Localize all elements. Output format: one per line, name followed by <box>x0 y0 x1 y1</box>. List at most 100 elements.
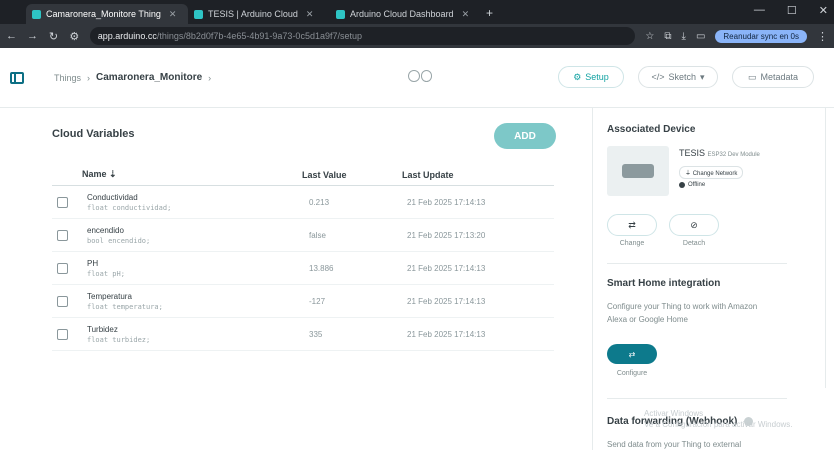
cloud-variables-table: Name ⇣ Last Value Last Update Conductivi… <box>52 164 554 351</box>
configure-caption: Configure <box>616 370 648 377</box>
variable-last-value: -127 <box>309 296 326 306</box>
metadata-icon: ▭ <box>747 71 757 82</box>
variable-name-cell: Conductividad float conductividad; <box>87 193 307 212</box>
unlink-icon: ⊘ <box>690 219 698 230</box>
table-row[interactable]: Turbidez float turbidez; 335 21 Feb 2025… <box>52 318 554 351</box>
thing-link-icon <box>408 70 432 82</box>
column-last-value-header: Last Value <box>302 169 347 180</box>
thing-side-panel: Associated Device TESIS ESP32 Dev Module… <box>592 108 800 450</box>
arduino-favicon-icon <box>194 9 203 19</box>
header-tabs: ⚙ Setup </> Sketch ▾ ▭ Metadata <box>558 66 814 88</box>
close-tab-icon[interactable]: ✕ <box>306 9 314 20</box>
profile-sync-button[interactable]: Reanudar sync en 0s <box>715 29 808 43</box>
row-checkbox[interactable] <box>57 229 68 241</box>
browser-action-icons: ☆ ⧉ ⤓ ▭ <box>645 31 705 42</box>
browser-tab-dashboard[interactable]: Arduino Cloud Dashboard ✕ <box>330 4 478 24</box>
reload-icon[interactable]: ↻ <box>48 30 59 43</box>
chevron-right-icon: › <box>87 72 91 83</box>
row-checkbox[interactable] <box>57 262 68 274</box>
sidebar-toggle-icon[interactable] <box>10 71 24 84</box>
variable-name: Temperatura <box>87 291 132 301</box>
variable-declaration: float pH; <box>87 269 125 278</box>
change-network-button[interactable]: ⏚ Change Network <box>679 166 744 179</box>
browser-menu-icon[interactable]: ⋮ <box>817 30 828 43</box>
device-status-label: Offline <box>688 182 706 188</box>
variable-name: encendido <box>87 225 124 235</box>
associated-device-title: Associated Device <box>607 124 696 135</box>
chevron-down-icon: ▾ <box>700 71 705 82</box>
gear-icon: ⚙ <box>573 71 582 82</box>
variable-last-value: 335 <box>309 329 323 339</box>
variable-last-update: 21 Feb 2025 17:14:13 <box>407 329 486 339</box>
section-divider <box>607 263 787 264</box>
tab-setup[interactable]: ⚙ Setup <box>558 66 624 88</box>
app-header: Things › Camaronera_Monitore › ⚙ Setup <… <box>0 48 834 108</box>
split-view-icon[interactable]: ▭ <box>696 31 705 42</box>
change-device-button[interactable]: ⇄ <box>607 214 657 236</box>
back-arrow-icon[interactable]: ← <box>6 30 17 42</box>
variable-name: Turbidez <box>87 324 118 334</box>
variable-declaration: bool encendido; <box>87 236 151 245</box>
browser-tab-thing[interactable]: Camaronera_Monitore Thing ✕ <box>26 4 188 24</box>
window-controls: — ☐ ✕ <box>754 4 828 17</box>
row-checkbox[interactable] <box>57 328 68 340</box>
chevron-down-icon[interactable]: › <box>208 73 211 83</box>
table-header: Name ⇣ Last Value Last Update <box>52 164 554 186</box>
smart-home-description: Configure your Thing to work with Amazon… <box>607 302 758 324</box>
table-row[interactable]: Conductividad float conductividad; 0.213… <box>52 186 554 219</box>
row-checkbox[interactable] <box>57 196 68 208</box>
tab-sketch[interactable]: </> Sketch ▾ <box>638 66 718 88</box>
bookmark-star-icon[interactable]: ☆ <box>645 31 654 42</box>
browser-tab-label: Camaronera_Monitore Thing <box>46 9 161 19</box>
device-board-image <box>607 146 669 196</box>
variable-last-value: 0.213 <box>309 197 330 207</box>
variable-declaration: float temperatura; <box>87 302 163 311</box>
add-variable-button[interactable]: ADD <box>494 123 556 149</box>
variable-last-update: 21 Feb 2025 17:14:13 <box>407 197 486 207</box>
column-name-header[interactable]: Name ⇣ <box>52 169 302 180</box>
table-row[interactable]: PH float pH; 13.886 21 Feb 2025 17:14:13 <box>52 252 554 285</box>
url-path: /things/8b2d0f7b-4e65-4b91-9a73-0c5d1a9f… <box>156 31 362 41</box>
browser-tab-tesis[interactable]: TESIS | Arduino Cloud ✕ <box>188 4 330 24</box>
code-icon: </> <box>651 72 665 82</box>
arduino-favicon-icon <box>32 9 41 19</box>
address-bar-row: ← → ↻ ⚙ app.arduino.cc /things/8b2d0f7b-… <box>0 24 834 48</box>
new-tab-button[interactable]: + <box>478 6 501 24</box>
forward-arrow-icon[interactable]: → <box>27 30 38 42</box>
tab-sketch-label: Sketch <box>668 72 696 82</box>
variable-name-cell: Turbidez float turbidez; <box>87 325 307 344</box>
data-forwarding-description: Send data from your Thing to external <box>607 440 742 449</box>
section-divider <box>607 398 787 399</box>
change-device-caption: Change <box>619 240 645 247</box>
breadcrumb-current-thing[interactable]: Camaronera_Monitore <box>96 72 202 83</box>
windows-activation-watermark: Activar Windows Ve a Configuración para … <box>644 409 793 429</box>
row-checkbox[interactable] <box>57 295 68 307</box>
breadcrumb-things[interactable]: Things <box>54 73 81 83</box>
configure-smart-home-button[interactable]: ⇄ <box>607 344 657 364</box>
smart-home-title: Smart Home integration <box>607 278 721 289</box>
link-icon: ⇄ <box>628 219 636 230</box>
tab-setup-label: Setup <box>585 72 609 82</box>
wifi-icon: ⏚ <box>685 171 692 177</box>
close-tab-icon[interactable]: ✕ <box>169 9 177 20</box>
tab-metadata[interactable]: ▭ Metadata <box>732 66 814 88</box>
device-name: TESIS <box>679 148 706 158</box>
variable-name: PH <box>87 258 99 268</box>
close-window-button[interactable]: ✕ <box>819 4 828 17</box>
browser-tab-strip: Camaronera_Monitore Thing ✕ TESIS | Ardu… <box>0 0 834 24</box>
extensions-icon[interactable]: ⧉ <box>664 31 671 42</box>
close-tab-icon[interactable]: ✕ <box>462 9 470 20</box>
table-row[interactable]: Temperatura float temperatura; -127 21 F… <box>52 285 554 318</box>
url-input[interactable]: app.arduino.cc /things/8b2d0f7b-4e65-4b9… <box>89 27 636 45</box>
detach-device-button[interactable]: ⊘ <box>669 214 719 236</box>
detach-device-caption: Detach <box>682 240 706 247</box>
tab-metadata-label: Metadata <box>760 72 799 82</box>
table-row[interactable]: encendido bool encendido; false 21 Feb 2… <box>52 219 554 252</box>
minimize-button[interactable]: — <box>754 4 765 17</box>
download-icon[interactable]: ⤓ <box>682 31 686 42</box>
arduino-favicon-icon <box>336 9 345 19</box>
variable-declaration: float conductividad; <box>87 203 172 212</box>
maximize-button[interactable]: ☐ <box>787 4 797 17</box>
site-settings-icon[interactable]: ⚙ <box>69 30 80 43</box>
variable-declaration: float turbidez; <box>87 335 151 344</box>
